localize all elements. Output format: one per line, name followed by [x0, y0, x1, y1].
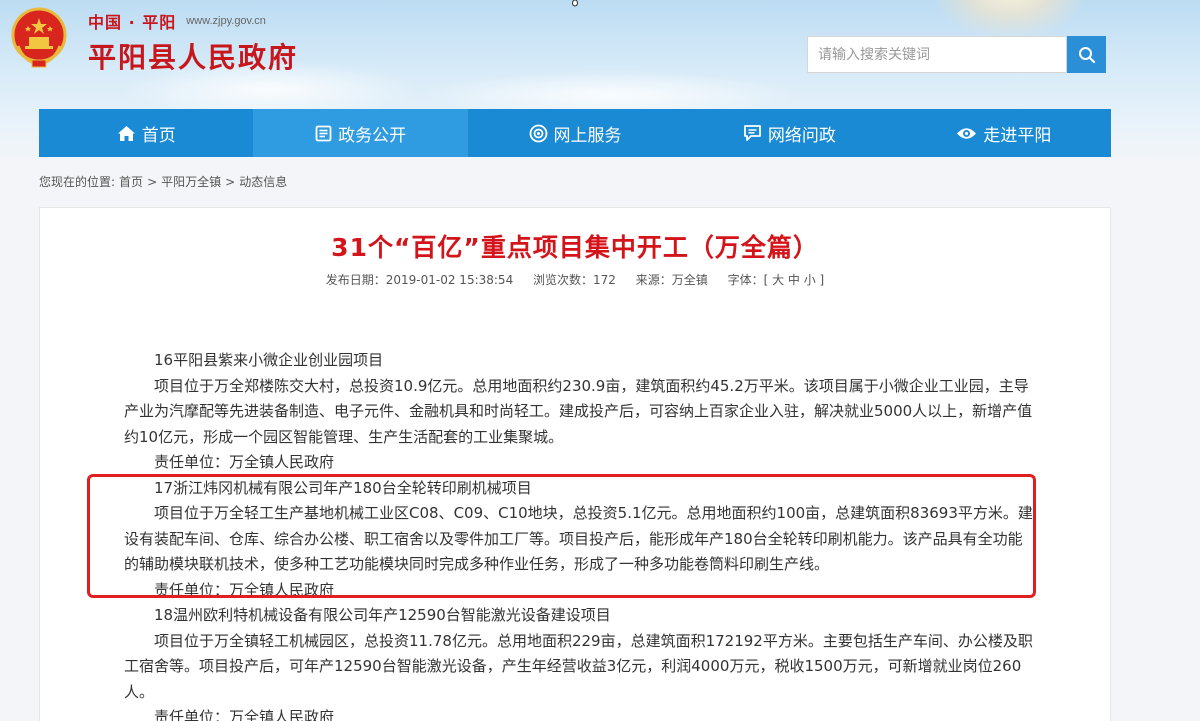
view-count: 浏览次数：172: [533, 273, 616, 287]
breadcrumb-news[interactable]: 动态信息: [239, 173, 287, 190]
chat-icon: [744, 125, 761, 141]
search-icon: [1078, 46, 1095, 63]
sun-glow: [930, 0, 1090, 40]
project-heading: 16平阳县紫来小微企业创业园项目: [154, 351, 384, 369]
project-description: 项目位于万全郑楼陈交大村，总投资10.9亿元。总用地面积约230.9亩，建筑面积…: [124, 376, 1033, 446]
responsible-unit: 责任单位：万全镇人民政府: [154, 708, 335, 721]
main-nav: 首页 政务公开 网上服务 网络问政 走进平阳: [39, 109, 1111, 157]
nav-item-gov-affairs[interactable]: 政务公开: [253, 109, 468, 157]
service-icon: [529, 124, 547, 142]
responsible-unit: 责任单位：万全镇人民政府: [154, 453, 335, 471]
region-name: 中国 · 平阳: [88, 13, 177, 32]
breadcrumb-separator: >: [225, 174, 236, 189]
nav-label: 政务公开: [338, 125, 407, 146]
publish-date: 发布日期：2019-01-02 15:38:54: [325, 273, 514, 287]
article-source: 来源：万全镇: [635, 273, 708, 287]
breadcrumb-wanquan[interactable]: 平阳万全镇: [161, 173, 221, 190]
eye-icon: [957, 127, 977, 139]
document-icon: [315, 125, 332, 141]
nav-item-about-pingyang[interactable]: 走进平阳: [897, 109, 1111, 157]
site-subtitle: 中国 · 平阳 www.zjpy.gov.cn: [88, 10, 266, 32]
search-input[interactable]: [807, 36, 1067, 73]
breadcrumb-prefix: 您现在的位置:: [39, 175, 116, 189]
mouse-cursor-icon: [572, 0, 578, 7]
site-domain: www.zjpy.gov.cn: [186, 15, 266, 27]
nav-item-home[interactable]: 首页: [39, 109, 253, 157]
highlight-annotation-box: [87, 474, 1036, 598]
nav-item-online-service[interactable]: 网上服务: [468, 109, 682, 157]
nav-item-online-inquiry[interactable]: 网络问政: [682, 109, 896, 157]
nav-label: 走进平阳: [983, 125, 1052, 146]
project-description: 项目位于万全镇轻工机械园区，总投资11.78亿元。总用地面积229亩，总建筑面积…: [124, 631, 1033, 701]
nav-label: 网络问政: [767, 125, 836, 146]
home-icon: [117, 125, 135, 141]
project-heading: 18温州欧利特机械设备有限公司年产12590台智能激光设备建设项目: [154, 606, 611, 624]
article-meta: 发布日期：2019-01-02 15:38:54 浏览次数：172 来源：万全镇…: [0, 271, 1150, 288]
search-button[interactable]: [1067, 36, 1106, 73]
national-emblem-icon: [11, 7, 67, 68]
breadcrumb-home[interactable]: 首页: [119, 173, 143, 190]
nav-label: 首页: [141, 125, 176, 146]
font-size-switcher[interactable]: 字体：[ 大 中 小 ]: [728, 273, 825, 287]
nav-label: 网上服务: [553, 125, 622, 146]
site-title[interactable]: 平阳县人民政府: [88, 36, 298, 76]
breadcrumb: 您现在的位置: 首页 > 平阳万全镇 > 动态信息: [39, 173, 287, 190]
article-title: 31个“百亿”重点项目集中开工（万全篇）: [331, 233, 819, 262]
breadcrumb-separator: >: [147, 174, 158, 189]
